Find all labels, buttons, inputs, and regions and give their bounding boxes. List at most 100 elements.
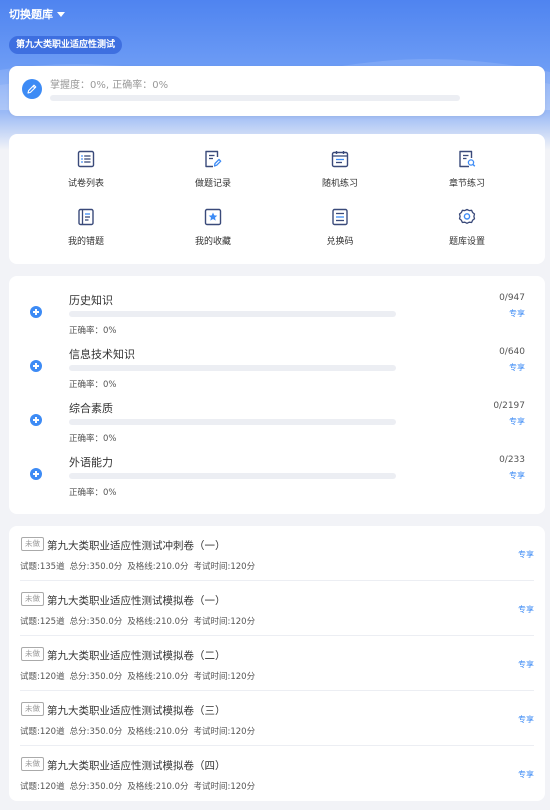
- category-accuracy: 正确率：0%: [69, 380, 117, 390]
- menu-item-redeem-code[interactable]: 兑换码: [290, 207, 390, 247]
- calendar-icon: [331, 151, 349, 168]
- status-badge: 未做: [21, 647, 44, 661]
- paper-title: 第九大类职业适应性测试冲刺卷（一）: [47, 540, 226, 552]
- edit-record-icon: [205, 150, 222, 168]
- list-icon: [77, 150, 95, 168]
- share-link[interactable]: 专享: [518, 659, 534, 670]
- doc-search-icon: [459, 150, 476, 168]
- menu-item-bank-settings[interactable]: 题库设置: [417, 207, 517, 247]
- star-icon: [204, 208, 222, 226]
- caret-down-icon: [57, 12, 65, 17]
- category-row[interactable]: 综合素质 正确率：0% 0/2197 专享: [9, 400, 545, 454]
- paper-pass: 及格线:210.0分: [127, 617, 189, 627]
- status-badge: 未做: [21, 537, 44, 551]
- category-name: 外语能力: [69, 456, 113, 469]
- menu-label: 试卷列表: [67, 179, 104, 189]
- switch-bank-button[interactable]: 切换题库: [9, 6, 65, 22]
- paper-total: 总分:350.0分: [69, 617, 123, 627]
- paper-row[interactable]: 未做 第九大类职业适应性测试模拟卷（三） 试题:120道 总分:350.0分 及格线…: [20, 691, 534, 746]
- paper-title: 第九大类职业适应性测试模拟卷（三）: [47, 705, 226, 717]
- menu-item-paper-list[interactable]: 试卷列表: [36, 149, 136, 189]
- paper-total: 总分:350.0分: [69, 562, 123, 572]
- menu-label: 我的收藏: [194, 237, 231, 247]
- mastery-text: 掌握度：0%, 正确率：0%: [50, 80, 169, 91]
- category-accuracy: 正确率：0%: [69, 326, 117, 336]
- pencil-icon: [22, 79, 42, 99]
- paper-row[interactable]: 未做 第九大类职业适应性测试模拟卷（四） 试题:120道 总分:350.0分 及格线…: [20, 746, 534, 801]
- paper-pass: 及格线:210.0分: [127, 782, 189, 792]
- paper-row[interactable]: 未做 第九大类职业适应性测试模拟卷（一） 试题:125道 总分:350.0分 及格线…: [20, 581, 534, 636]
- paper-pass: 及格线:210.0分: [127, 672, 189, 682]
- expand-plus-icon[interactable]: [30, 306, 42, 318]
- menu-label: 随机练习: [321, 179, 358, 189]
- paper-list: 未做 第九大类职业适应性测试冲刺卷（一） 试题:135道 总分:350.0分 及格线…: [9, 526, 545, 801]
- menu-label: 做题记录: [194, 179, 231, 189]
- share-link[interactable]: 专享: [518, 604, 534, 615]
- category-row[interactable]: 信息技术知识 正确率：0% 0/640 专享: [9, 346, 545, 400]
- paper-total: 总分:350.0分: [69, 672, 123, 682]
- menu-label: 题库设置: [448, 237, 485, 247]
- status-badge: 未做: [21, 757, 44, 771]
- category-progress-bar: [69, 473, 396, 479]
- category-accuracy: 正确率：0%: [69, 488, 117, 498]
- share-link[interactable]: 专享: [509, 308, 525, 319]
- share-link[interactable]: 专享: [518, 769, 534, 780]
- bank-name-chip: 第九大类职业适应性测试: [9, 36, 123, 54]
- paper-time: 考试时间:120分: [193, 727, 256, 737]
- paper-questions: 试题:125道: [20, 617, 65, 627]
- paper-meta: 试题:125道 总分:350.0分 及格线:210.0分 考试时间:120分: [20, 615, 260, 627]
- share-link[interactable]: 专享: [509, 362, 525, 373]
- mastery-card: 掌握度：0%, 正确率：0%: [9, 66, 545, 116]
- category-progress-bar: [69, 419, 396, 425]
- expand-plus-icon[interactable]: [30, 360, 42, 372]
- paper-questions: 试题:120道: [20, 727, 65, 737]
- paper-questions: 试题:120道: [20, 672, 65, 682]
- category-count: 0/233: [499, 455, 525, 465]
- expand-plus-icon[interactable]: [30, 414, 42, 426]
- share-link[interactable]: 专享: [518, 714, 534, 725]
- category-count: 0/2197: [493, 401, 525, 411]
- paper-questions: 试题:135道: [20, 562, 65, 572]
- paper-meta: 试题:120道 总分:350.0分 及格线:210.0分 考试时间:120分: [20, 780, 260, 792]
- category-row[interactable]: 历史知识 正确率：0% 0/947 专享: [9, 292, 545, 346]
- paper-questions: 试题:120道: [20, 782, 65, 792]
- paper-title: 第九大类职业适应性测试模拟卷（四）: [47, 760, 226, 772]
- mastery-progress-bar: [50, 95, 460, 101]
- menu-item-wrong-questions[interactable]: 我的错题: [36, 207, 136, 247]
- expand-plus-icon[interactable]: [30, 468, 42, 480]
- menu-item-practice-record[interactable]: 做题记录: [163, 149, 263, 189]
- switch-bank-label: 切换题库: [9, 8, 53, 21]
- status-badge: 未做: [21, 592, 44, 606]
- category-name: 信息技术知识: [69, 348, 135, 361]
- menu-item-favorites[interactable]: 我的收藏: [163, 207, 263, 247]
- paper-total: 总分:350.0分: [69, 782, 123, 792]
- category-name: 综合素质: [69, 402, 113, 415]
- menu-label: 兑换码: [326, 237, 354, 247]
- paper-row[interactable]: 未做 第九大类职业适应性测试模拟卷（二） 试题:120道 总分:350.0分 及格线…: [20, 636, 534, 691]
- paper-pass: 及格线:210.0分: [127, 562, 189, 572]
- share-link[interactable]: 专享: [518, 549, 534, 560]
- paper-pass: 及格线:210.0分: [127, 727, 189, 737]
- share-link[interactable]: 专享: [509, 416, 525, 427]
- paper-time: 考试时间:120分: [193, 672, 256, 682]
- menu-label: 章节练习: [448, 179, 485, 189]
- paper-meta: 试题:120道 总分:350.0分 及格线:210.0分 考试时间:120分: [20, 725, 260, 737]
- category-progress-bar: [69, 311, 396, 317]
- category-accuracy: 正确率：0%: [69, 434, 117, 444]
- code-list-icon: [332, 208, 348, 226]
- paper-meta: 试题:135道 总分:350.0分 及格线:210.0分 考试时间:120分: [20, 560, 260, 572]
- category-list: 历史知识 正确率：0% 0/947 专享 信息技术知识 正确率：0% 0/640…: [9, 276, 545, 514]
- paper-time: 考试时间:120分: [193, 617, 256, 627]
- category-row[interactable]: 外语能力 正确率：0% 0/233 专享: [9, 454, 545, 508]
- share-link[interactable]: 专享: [509, 470, 525, 481]
- gear-icon: [458, 208, 476, 224]
- menu-item-chapter-practice[interactable]: 章节练习: [417, 149, 517, 189]
- category-count: 0/947: [499, 293, 525, 303]
- paper-title: 第九大类职业适应性测试模拟卷（一）: [47, 595, 226, 607]
- paper-meta: 试题:120道 总分:350.0分 及格线:210.0分 考试时间:120分: [20, 670, 260, 682]
- paper-time: 考试时间:120分: [193, 782, 256, 792]
- paper-row[interactable]: 未做 第九大类职业适应性测试冲刺卷（一） 试题:135道 总分:350.0分 及格线…: [20, 526, 534, 581]
- category-count: 0/640: [499, 347, 525, 357]
- feature-menu: 试卷列表 做题记录 随机练习 章节练习 我的错题 我的收藏 兑换码 题库设置: [9, 134, 545, 264]
- menu-item-random-practice[interactable]: 随机练习: [290, 149, 390, 189]
